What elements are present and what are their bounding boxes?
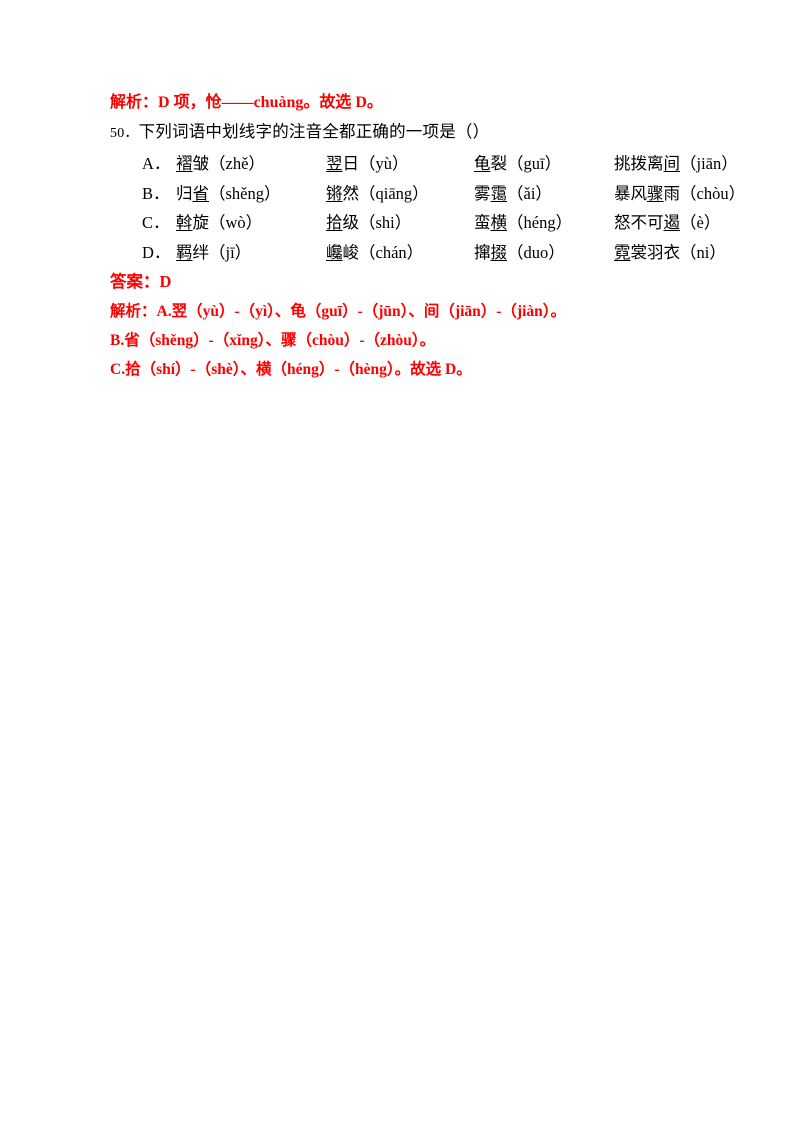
option-b-item-3-underlined: 霭 bbox=[490, 183, 508, 203]
top-analysis-line: 解析：D 项，怆——chuàng。故选 D。 bbox=[110, 88, 684, 117]
option-c-item-2: 拾级（shi） bbox=[326, 208, 474, 238]
option-b-item-4-pinyin: （chòu） bbox=[680, 183, 746, 203]
option-b-item-4-pre: 暴风 bbox=[614, 183, 647, 203]
option-c-item-4-pre: 怒不可 bbox=[614, 213, 664, 232]
option-d-item-2: 巉峻（chán） bbox=[326, 238, 474, 268]
option-row-a[interactable]: A． 褶皱（zhě） 翌日（yù） 龟裂（guī） 挑拨离间（jiān） bbox=[110, 149, 738, 179]
option-label-c: C． bbox=[142, 213, 170, 232]
option-d-item-1-rest: 绊 bbox=[192, 242, 210, 262]
option-b-item-3: 雾霭（ǎi） bbox=[474, 179, 614, 209]
option-b-item-1-pre: 归 bbox=[176, 183, 193, 203]
option-c-item-3: 蛮横（héng） bbox=[474, 208, 614, 238]
document-page: 解析：D 项，怆——chuàng。故选 D。 50．下列词语中划线字的注音全都正… bbox=[0, 0, 794, 1123]
explanation-line-1: 解析：A.翌（yù）-（yì）、龟（guī）-（jūn）、间（jiān）-（ji… bbox=[110, 297, 684, 326]
question-number: 50 bbox=[110, 126, 125, 141]
option-c-item-2-rest: 级 bbox=[342, 213, 360, 232]
option-d-item-3-pinyin: （duo） bbox=[507, 242, 565, 262]
option-c-item-3-pinyin: （héng） bbox=[507, 213, 573, 232]
answer-prefix: 答案： bbox=[110, 272, 160, 291]
option-a-item-1: 褶皱（zhě） bbox=[176, 149, 326, 179]
option-b-item-4-rest: 雨 bbox=[663, 183, 681, 203]
option-a-item-2-rest: 日 bbox=[342, 154, 360, 173]
option-a-item-3-rest: 裂 bbox=[490, 154, 508, 173]
option-d-item-1-pinyin: （jī） bbox=[209, 242, 252, 262]
option-d-item-4-pinyin: （ni） bbox=[680, 242, 726, 262]
option-d-item-3-underlined: 掇 bbox=[490, 242, 508, 262]
explanation-text-1: A.翌（yù）-（yì）、龟（guī）-（jūn）、间（jiān）-（jiàn）… bbox=[156, 303, 567, 320]
option-c-item-2-pinyin: （shi） bbox=[359, 213, 412, 232]
option-d-item-2-pinyin: （chán） bbox=[359, 242, 424, 262]
option-c-item-1-underlined: 斡 bbox=[176, 213, 193, 232]
option-b-item-2-underlined: 锵 bbox=[326, 183, 343, 203]
option-c-item-4-pinyin: （è） bbox=[680, 213, 721, 232]
option-b-item-1: 归省（shěng） bbox=[176, 179, 326, 209]
option-a-item-3-pinyin: （guī） bbox=[507, 154, 562, 173]
answer-line: 答案：D bbox=[110, 267, 684, 297]
option-d-item-4-underlined: 霓 bbox=[614, 242, 631, 262]
explanation-text-2: B.省（shěng）-（xǐng）、骤（chòu）-（zhòu）。 bbox=[110, 332, 436, 349]
option-d-item-4-rest: 裳羽衣 bbox=[630, 242, 681, 262]
option-a-item-4-pinyin: （jiān） bbox=[680, 154, 738, 173]
option-b-item-4-underlined: 骤 bbox=[647, 183, 664, 203]
option-b-item-2-pinyin: （qiāng） bbox=[359, 183, 429, 203]
question-number-suffix: ． bbox=[124, 126, 139, 141]
option-c-item-4: 怒不可遏（è） bbox=[614, 208, 720, 238]
top-analysis-prefix: 解析： bbox=[110, 94, 159, 111]
option-d-item-4: 霓裳羽衣（ni） bbox=[614, 238, 726, 268]
option-b-item-1-pinyin: （shěng） bbox=[209, 183, 281, 203]
option-c-item-2-underlined: 拾 bbox=[326, 213, 343, 232]
question-stem-close: ） bbox=[472, 122, 490, 141]
explanation-text-3: C.拾（shí）-（shè）、横（héng）-（hèng）。故选 D。 bbox=[110, 361, 472, 378]
option-a-item-1-pinyin: （zhě） bbox=[209, 154, 265, 173]
option-a-item-1-underlined: 褶 bbox=[176, 154, 193, 173]
option-d-item-2-rest: 峻 bbox=[342, 242, 360, 262]
option-c-item-4-underlined: 遏 bbox=[663, 213, 681, 232]
explanation-line-2: B.省（shěng）-（xǐng）、骤（chòu）-（zhòu）。 bbox=[110, 326, 684, 355]
option-b-item-3-pinyin: （ǎi） bbox=[507, 183, 552, 203]
option-d-item-3: 撺掇（duo） bbox=[474, 238, 614, 268]
question-stem-line: 50．下列词语中划线字的注音全都正确的一项是（ ） bbox=[110, 117, 684, 149]
question-stem-text: 下列词语中划线字的注音全都正确的一项是（ bbox=[138, 122, 473, 141]
option-row-b[interactable]: B． 归省（shěng） 锵然（qiāng） 雾霭（ǎi） 暴风骤雨（chòu） bbox=[110, 179, 745, 209]
option-label-a: A． bbox=[142, 154, 171, 173]
answer-value: D bbox=[159, 272, 172, 291]
option-c-item-1-rest: 旋 bbox=[192, 213, 210, 232]
top-analysis-text: D 项，怆——chuàng。故选 D。 bbox=[158, 94, 383, 111]
option-label-b: B． bbox=[142, 183, 170, 203]
option-row-c[interactable]: C． 斡旋（wò） 拾级（shi） 蛮横（héng） 怒不可遏（è） bbox=[110, 208, 720, 238]
option-d-item-3-pre: 撺 bbox=[474, 242, 491, 262]
option-d-item-2-underlined: 巉 bbox=[326, 242, 343, 262]
option-b-item-3-pre: 雾 bbox=[474, 183, 491, 203]
option-b-item-4: 暴风骤雨（chòu） bbox=[614, 179, 745, 209]
option-d-item-1-underlined: 羁 bbox=[176, 242, 193, 262]
option-a-item-3-underlined: 龟 bbox=[474, 154, 491, 173]
option-c-item-1: 斡旋（wò） bbox=[176, 208, 326, 238]
explanation-prefix: 解析： bbox=[110, 303, 157, 320]
option-c-item-3-pre: 蛮 bbox=[474, 213, 491, 232]
option-c-item-3-underlined: 横 bbox=[490, 213, 508, 232]
option-d-item-1: 羁绊（jī） bbox=[176, 238, 326, 268]
option-a-item-4-pre: 挑拨离 bbox=[614, 154, 664, 173]
option-a-item-2-underlined: 翌 bbox=[326, 154, 343, 173]
option-c-item-1-pinyin: （wò） bbox=[209, 213, 263, 232]
option-a-item-1-rest: 皱 bbox=[192, 154, 210, 173]
option-a-item-2-pinyin: （yù） bbox=[359, 154, 409, 173]
option-a-item-4: 挑拨离间（jiān） bbox=[614, 149, 738, 179]
option-label-d: D． bbox=[142, 242, 171, 262]
option-b-item-1-underlined: 省 bbox=[192, 183, 210, 203]
option-a-item-2: 翌日（yù） bbox=[326, 149, 474, 179]
option-a-item-3: 龟裂（guī） bbox=[474, 149, 614, 179]
option-b-item-2: 锵然（qiāng） bbox=[326, 179, 474, 209]
option-a-item-4-underlined: 间 bbox=[663, 154, 681, 173]
explanation-line-3: C.拾（shí）-（shè）、横（héng）-（hèng）。故选 D。 bbox=[110, 355, 684, 384]
option-b-item-2-rest: 然 bbox=[342, 183, 360, 203]
option-row-d[interactable]: D． 羁绊（jī） 巉峻（chán） 撺掇（duo） 霓裳羽衣（ni） bbox=[110, 238, 726, 268]
